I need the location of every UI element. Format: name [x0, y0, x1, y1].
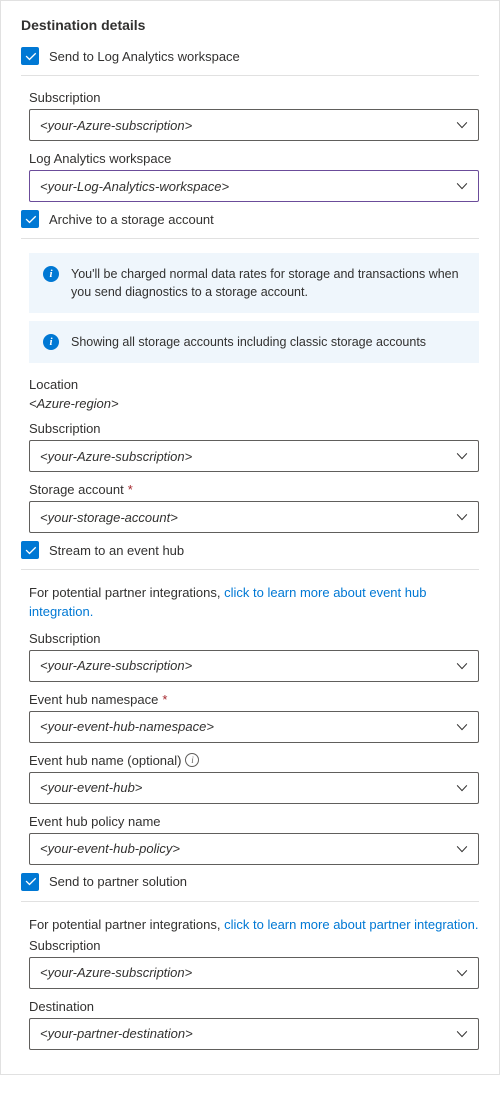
- chevron-down-icon: [456, 721, 468, 733]
- storage-account-label: Storage account *: [29, 482, 479, 497]
- stream-eventhub-row: Stream to an event hub: [21, 541, 479, 559]
- partner-destination-dropdown[interactable]: <your-partner-destination>: [29, 1018, 479, 1050]
- chevron-down-icon: [456, 967, 468, 979]
- la-subscription-dropdown[interactable]: <your-Azure-subscription>: [29, 109, 479, 141]
- chevron-down-icon: [456, 119, 468, 131]
- la-workspace-value: <your-Log-Analytics-workspace>: [40, 179, 229, 194]
- la-workspace-label: Log Analytics workspace: [29, 151, 479, 166]
- section-header: Destination details: [21, 17, 479, 33]
- la-subscription-label: Subscription: [29, 90, 479, 105]
- eh-policy-value: <your-event-hub-policy>: [40, 841, 180, 856]
- chevron-down-icon: [456, 450, 468, 462]
- divider: [21, 75, 479, 76]
- chevron-down-icon: [456, 1028, 468, 1040]
- storage-account-value: <your-storage-account>: [40, 510, 178, 525]
- archive-storage-checkbox[interactable]: [21, 210, 39, 228]
- storage-subscription-dropdown[interactable]: <your-Azure-subscription>: [29, 440, 479, 472]
- eh-policy-dropdown[interactable]: <your-event-hub-policy>: [29, 833, 479, 865]
- eh-name-label: Event hub name (optional) i: [29, 753, 479, 768]
- storage-subscription-value: <your-Azure-subscription>: [40, 449, 192, 464]
- send-log-analytics-checkbox[interactable]: [21, 47, 39, 65]
- partner-solution-row: Send to partner solution: [21, 873, 479, 891]
- la-workspace-dropdown[interactable]: <your-Log-Analytics-workspace>: [29, 170, 479, 202]
- storage-account-dropdown[interactable]: <your-storage-account>: [29, 501, 479, 533]
- storage-classic-info: i Showing all storage accounts including…: [29, 321, 479, 363]
- archive-storage-row: Archive to a storage account: [21, 210, 479, 228]
- storage-subscription-label: Subscription: [29, 421, 479, 436]
- required-asterisk: *: [162, 692, 167, 707]
- partner-subscription-value: <your-Azure-subscription>: [40, 965, 192, 980]
- chevron-down-icon: [456, 180, 468, 192]
- chevron-down-icon: [456, 843, 468, 855]
- eventhub-helper: For potential partner integrations, clic…: [29, 584, 479, 620]
- eh-subscription-dropdown[interactable]: <your-Azure-subscription>: [29, 650, 479, 682]
- eh-namespace-label: Event hub namespace *: [29, 692, 479, 707]
- required-asterisk: *: [128, 482, 133, 497]
- la-subscription-value: <your-Azure-subscription>: [40, 118, 192, 133]
- partner-solution-checkbox[interactable]: [21, 873, 39, 891]
- eh-subscription-value: <your-Azure-subscription>: [40, 658, 192, 673]
- partner-solution-label: Send to partner solution: [49, 874, 187, 889]
- partner-destination-label: Destination: [29, 999, 479, 1014]
- divider: [21, 901, 479, 902]
- tooltip-icon[interactable]: i: [185, 753, 199, 767]
- storage-classic-text: Showing all storage accounts including c…: [71, 333, 426, 351]
- checkmark-icon: [24, 875, 37, 888]
- divider: [21, 569, 479, 570]
- checkmark-icon: [24, 50, 37, 63]
- checkmark-icon: [24, 544, 37, 557]
- partner-destination-value: <your-partner-destination>: [40, 1026, 193, 1041]
- send-log-analytics-row: Send to Log Analytics workspace: [21, 47, 479, 65]
- chevron-down-icon: [456, 660, 468, 672]
- eh-namespace-dropdown[interactable]: <your-event-hub-namespace>: [29, 711, 479, 743]
- checkmark-icon: [24, 213, 37, 226]
- partner-learn-more-link[interactable]: click to learn more about partner integr…: [224, 917, 478, 932]
- eh-name-dropdown[interactable]: <your-event-hub>: [29, 772, 479, 804]
- stream-eventhub-label: Stream to an event hub: [49, 543, 184, 558]
- partner-helper: For potential partner integrations, clic…: [29, 916, 479, 934]
- eh-subscription-label: Subscription: [29, 631, 479, 646]
- stream-eventhub-checkbox[interactable]: [21, 541, 39, 559]
- eh-policy-label: Event hub policy name: [29, 814, 479, 829]
- info-icon: i: [43, 266, 59, 282]
- location-label: Location: [29, 377, 479, 392]
- divider: [21, 238, 479, 239]
- info-icon: i: [43, 334, 59, 350]
- chevron-down-icon: [456, 511, 468, 523]
- storage-charge-info: i You'll be charged normal data rates fo…: [29, 253, 479, 313]
- send-log-analytics-label: Send to Log Analytics workspace: [49, 49, 240, 64]
- storage-charge-text: You'll be charged normal data rates for …: [71, 265, 465, 301]
- archive-storage-label: Archive to a storage account: [49, 212, 214, 227]
- location-value: <Azure-region>: [29, 396, 479, 411]
- eh-namespace-value: <your-event-hub-namespace>: [40, 719, 214, 734]
- partner-subscription-label: Subscription: [29, 938, 479, 953]
- partner-subscription-dropdown[interactable]: <your-Azure-subscription>: [29, 957, 479, 989]
- chevron-down-icon: [456, 782, 468, 794]
- eh-name-value: <your-event-hub>: [40, 780, 142, 795]
